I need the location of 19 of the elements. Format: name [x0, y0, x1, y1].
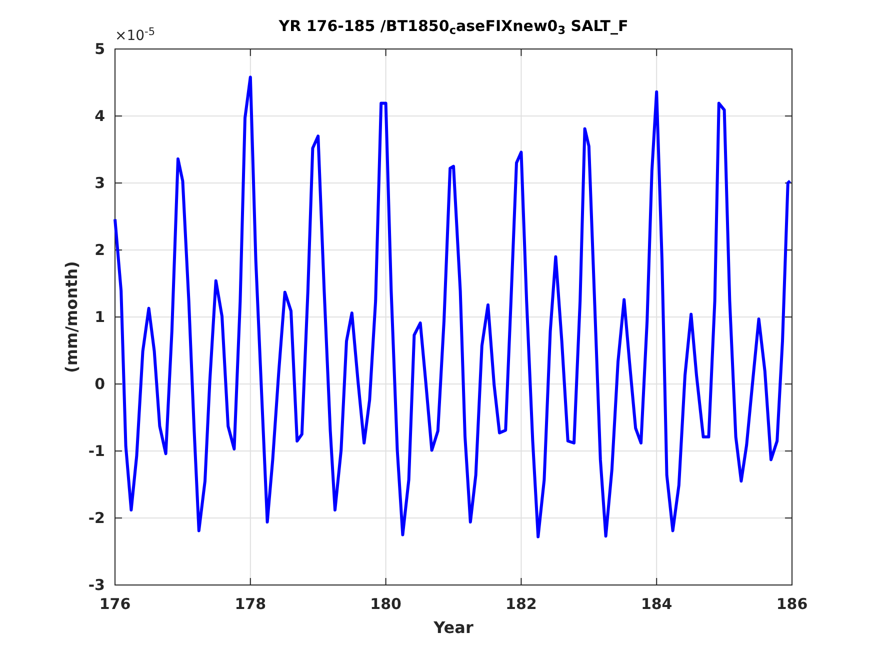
tick-label: 3 [94, 174, 105, 192]
axis-title: (mm/month) [62, 261, 81, 373]
tick-label: 5 [94, 40, 105, 58]
tick-label: 182 [506, 595, 537, 613]
tick-label: 178 [234, 595, 266, 613]
tick-label: 186 [776, 595, 808, 613]
tick-label: 2 [94, 241, 105, 259]
tick-label: -2 [88, 509, 105, 527]
chart-title: YR 176-185 /BT1850$_{c}$aseFIXnew0$_{3}$ SALT_F [278, 17, 628, 35]
tick-label: 4 [94, 107, 105, 125]
tick-label: 0 [94, 375, 105, 393]
tick-label: -3 [88, 576, 105, 594]
tick-label: 1 [94, 308, 105, 326]
axis-title: Year [434, 618, 474, 637]
tick-label: 176 [99, 595, 131, 613]
tick-label: 184 [640, 595, 672, 613]
tick-label: -1 [88, 442, 105, 460]
tick-label: 180 [370, 595, 402, 613]
axis-exponent: ×10$^{-5}$ [115, 28, 156, 45]
